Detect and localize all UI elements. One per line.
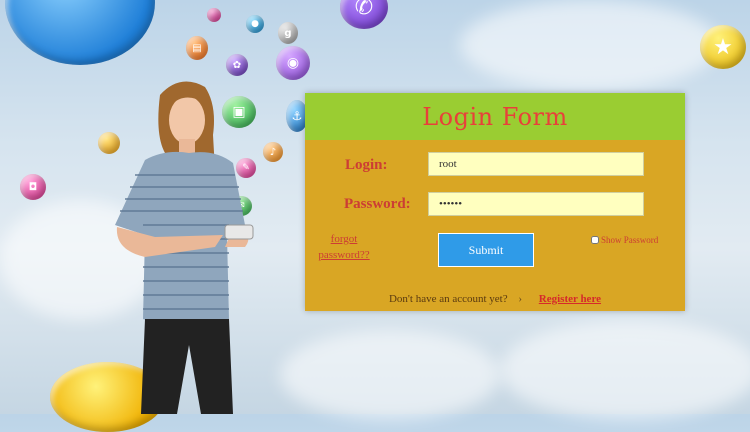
app-icon [207,8,221,22]
show-password-label: Show Password [601,235,659,245]
register-link[interactable]: Register here [539,293,601,305]
login-form: Login Form Login: Password: forgot passw… [305,93,685,311]
login-row: Login: [305,151,685,181]
password-row: Password: [305,190,685,220]
app-icon: g [278,22,298,44]
phone-icon: ✆ [340,0,388,29]
app-icon: ● [246,15,264,33]
no-account-text: Don't have an account yet? [388,293,508,305]
submit-button[interactable]: Submit [438,233,534,267]
login-label: Login: [345,157,388,173]
background-cloud [280,330,500,420]
password-input[interactable] [428,192,644,216]
forgot-password-link[interactable]: forgot password?? [313,231,375,263]
chevron-right-icon: › [518,293,523,305]
password-label: Password: [344,196,411,212]
register-row: Don't have an account yet? › Register he… [305,293,685,305]
show-password-checkbox[interactable] [591,236,599,244]
login-input[interactable] [428,152,644,176]
blue-sphere [5,0,155,65]
woman-with-phone-illustration [115,81,254,414]
login-header: Login Form [305,93,685,140]
app-icon: ✿ [226,54,248,76]
chat-icon: ◉ [276,46,310,80]
background-cloud [460,0,720,90]
form-title: Login Form [422,102,568,131]
show-password-toggle[interactable]: Show Password [591,235,658,245]
book-icon: ▤ [186,36,208,60]
app-icon: ◘ [20,174,46,200]
music-icon: ♪ [263,142,283,162]
background-cloud [500,320,750,420]
forgot-line-1: forgot [330,233,358,245]
forgot-line-2: password?? [318,249,370,261]
star-icon: ★ [700,25,746,69]
